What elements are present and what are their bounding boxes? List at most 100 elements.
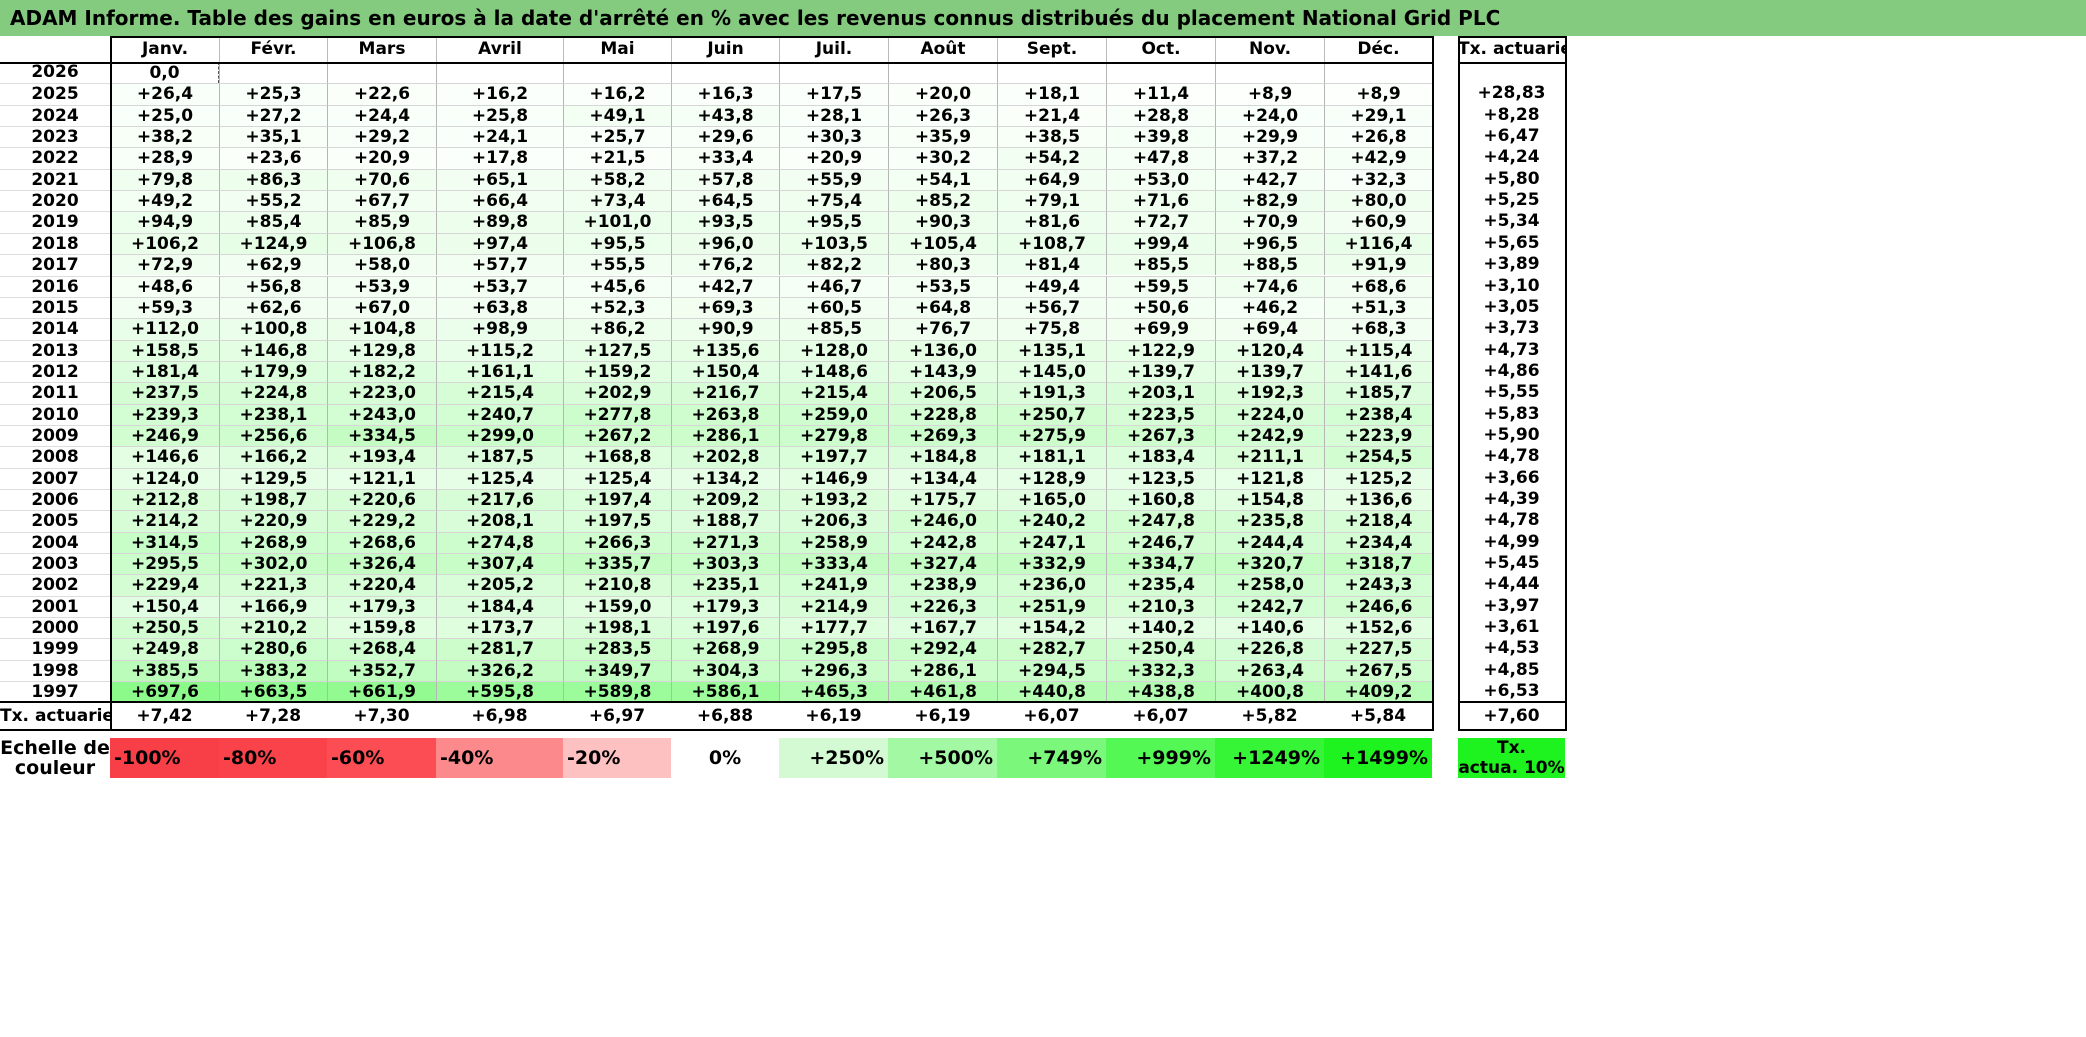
scale-swatch: +1499% (1324, 738, 1432, 778)
table-cell: +54,1 (888, 168, 997, 191)
table-cell: +80,3 (888, 254, 997, 276)
table-cell: +43,8 (671, 104, 779, 127)
table-cell: +60,5 (779, 296, 888, 319)
table-cell: +258,9 (779, 531, 888, 554)
month-header-3: Mars (327, 36, 436, 62)
table-cell (1324, 62, 1432, 84)
table-cell: +299,0 (436, 424, 563, 447)
table-cell: +295,8 (779, 638, 888, 660)
table-cell: +37,2 (1215, 147, 1324, 169)
table-cell: +179,3 (671, 595, 779, 618)
month-header-5: Mai (563, 36, 671, 62)
table-cell: +16,2 (563, 83, 671, 105)
year-label: 1997 (0, 681, 110, 702)
table-cell: +106,8 (327, 232, 436, 255)
table-cell: +179,9 (219, 360, 327, 383)
table-cell: +52,3 (563, 296, 671, 319)
table-cell: +400,8 (1215, 681, 1324, 703)
month-header-6: Juin (671, 36, 779, 62)
table-cell: +238,4 (1324, 403, 1432, 425)
table-cell: +60,9 (1324, 211, 1432, 233)
table-cell: +332,3 (1106, 659, 1215, 682)
table-cell: +326,4 (327, 553, 436, 575)
rate-cell: +4,44 (1483, 574, 1540, 595)
table-cell: +46,2 (1215, 296, 1324, 319)
rate-cell: +3,61 (1483, 617, 1540, 638)
table-cell: +135,6 (671, 339, 779, 361)
table-cell: +236,0 (997, 574, 1106, 596)
year-label: 1999 (0, 638, 110, 659)
year-label: 2015 (0, 296, 110, 318)
table-cell: +139,7 (1215, 360, 1324, 383)
rate-cell: +4,78 (1483, 446, 1540, 467)
table-cell: +69,4 (1215, 318, 1324, 340)
table-cell: +50,6 (1106, 296, 1215, 319)
table-cell: +197,4 (563, 489, 671, 511)
scale-swatch: 0% (671, 738, 779, 778)
table-cell: +332,9 (997, 553, 1106, 575)
table-cell: +259,0 (779, 403, 888, 425)
table-cell: +166,2 (219, 446, 327, 468)
table-cell: +67,0 (327, 296, 436, 319)
table-cell (888, 62, 997, 84)
table-cell: +187,5 (436, 446, 563, 468)
footer-cell: +5,82 (1241, 706, 1298, 726)
table-cell: +42,7 (671, 275, 779, 297)
table-border-right (1432, 36, 1434, 729)
table-cell: +159,2 (563, 360, 671, 383)
table-cell: +25,8 (436, 104, 563, 127)
rate-cell: +4,73 (1483, 339, 1540, 360)
table-cell: +202,9 (563, 382, 671, 404)
table-cell: +79,8 (110, 168, 219, 191)
footer-cell: +6,19 (914, 706, 971, 726)
table-cell: +79,1 (997, 190, 1106, 212)
table-cell: +146,9 (779, 467, 888, 489)
table-cell: +438,8 (1106, 681, 1215, 703)
table-cell: +55,9 (779, 168, 888, 191)
year-label: 2025 (0, 83, 110, 104)
table-cell: +335,7 (563, 553, 671, 575)
table-cell: +267,5 (1324, 659, 1432, 682)
table-cell: +385,5 (110, 659, 219, 682)
table-cell: +64,8 (888, 296, 997, 319)
table-cell: +82,2 (779, 254, 888, 276)
table-cell: +216,7 (671, 382, 779, 404)
table-cell: +57,7 (436, 254, 563, 276)
table-cell: +89,8 (436, 211, 563, 233)
table-cell: +229,4 (110, 574, 219, 596)
table-cell: +159,8 (327, 617, 436, 639)
scale-swatch: -40% (436, 738, 563, 778)
table-cell: +140,2 (1106, 617, 1215, 639)
table-cell: +214,9 (779, 595, 888, 618)
table-cell: +33,4 (671, 147, 779, 169)
table-cell: +279,8 (779, 424, 888, 447)
table-cell: +215,4 (779, 382, 888, 404)
table-cell: +661,9 (327, 681, 436, 703)
table-cell: +218,4 (1324, 510, 1432, 532)
year-label: 2020 (0, 190, 110, 211)
table-cell: +55,5 (563, 254, 671, 276)
table-cell: +440,8 (997, 681, 1106, 703)
table-cell: +263,4 (1215, 659, 1324, 682)
table-cell: +177,7 (779, 617, 888, 639)
table-cell: +49,2 (110, 190, 219, 212)
table-cell: +64,5 (671, 190, 779, 212)
rate-cell: +4,78 (1483, 510, 1540, 531)
year-label: 2017 (0, 254, 110, 275)
month-header-4: Avril (436, 36, 563, 62)
table-cell: +154,2 (997, 617, 1106, 639)
table-cell: +45,6 (563, 275, 671, 297)
table-cell: +63,8 (436, 296, 563, 319)
table-cell: +21,4 (997, 104, 1106, 127)
year-label: 2009 (0, 424, 110, 446)
table-cell: +165,0 (997, 489, 1106, 511)
year-label: 2023 (0, 126, 110, 147)
table-cell: +51,3 (1324, 296, 1432, 319)
rate-footer-bottom (1458, 729, 1567, 731)
table-cell: +134,2 (671, 467, 779, 489)
table-cell: +302,0 (219, 553, 327, 575)
table-cell: +24,4 (327, 104, 436, 127)
table-cell (997, 62, 1106, 84)
table-cell: +129,5 (219, 467, 327, 489)
table-cell: +185,7 (1324, 382, 1432, 404)
